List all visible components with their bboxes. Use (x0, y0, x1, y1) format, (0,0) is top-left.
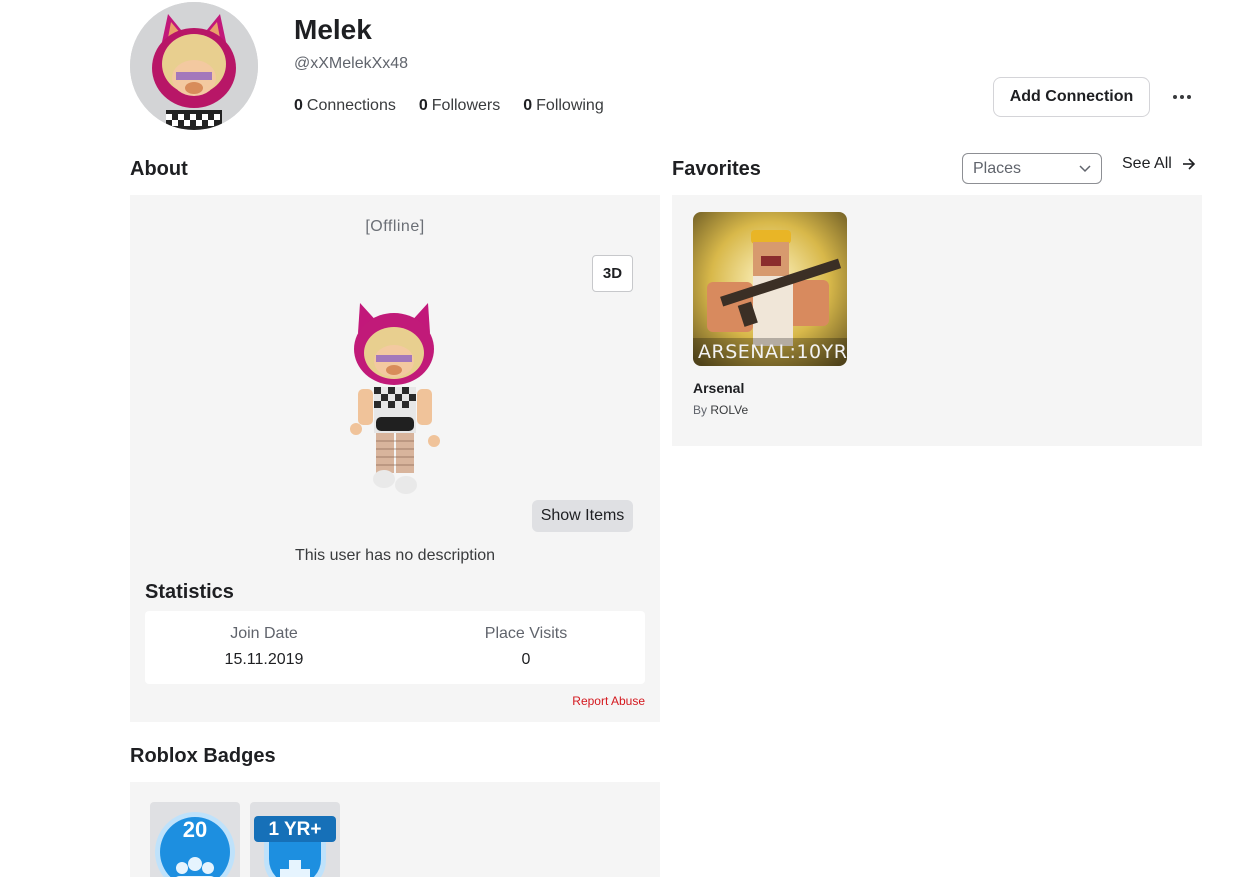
profile-avatar-headshot (130, 2, 258, 130)
presence-status: [Offline] (365, 218, 425, 235)
ellipsis-icon[interactable] (1168, 86, 1196, 108)
place-visits-stat: Place Visits 0 (426, 625, 626, 669)
veteran-badge[interactable]: 1 YR+ (250, 802, 340, 877)
favorites-filter-dropdown[interactable]: Places (962, 153, 1102, 184)
veteran-badge-text: 1 YR+ (268, 819, 322, 840)
followers-label: Followers (431, 97, 501, 114)
game-creator-name[interactable]: ROLVe (710, 403, 748, 417)
following-label: Following (536, 97, 604, 114)
toggle-3d-button[interactable]: 3D (592, 255, 633, 292)
avatar-body-image (350, 303, 440, 494)
roblox-badges-panel: 20 1 YR+ (130, 782, 660, 877)
avatar-headshot-image (130, 2, 258, 130)
about-title: About (130, 158, 188, 180)
game-creator: By ROLVe (693, 403, 748, 417)
friendship-badge-text: 20 (182, 817, 208, 842)
followers-count: 0 (418, 97, 428, 114)
see-all-label: See All (1122, 155, 1172, 172)
game-title[interactable]: Arsenal (693, 380, 744, 396)
friendship-badge[interactable]: 20 (150, 802, 240, 877)
arsenal-game-thumbnail[interactable]: ARSENAL:10YR (693, 212, 847, 366)
following-count: 0 (523, 97, 533, 114)
avatar-full-body (330, 295, 460, 505)
join-date-stat: Join Date 15.11.2019 (164, 625, 364, 669)
favorites-filter-value: Places (973, 159, 1022, 177)
favorites-title: Favorites (672, 158, 761, 180)
place-visits-label: Place Visits (484, 625, 568, 642)
arrow-right-icon (1182, 158, 1195, 170)
game-creator-by: By (693, 403, 708, 417)
join-date-label: Join Date (230, 625, 298, 642)
statistics-card: Join Date 15.11.2019 Place Visits 0 (145, 611, 645, 684)
report-abuse-link[interactable]: Report Abuse (572, 694, 645, 708)
connections-link[interactable]: 0 Connections (294, 97, 396, 115)
connections-label: Connections (306, 97, 396, 114)
user-description: This user has no description (294, 547, 496, 564)
profile-counts: 0 Connections 0 Followers 0 Following (294, 97, 604, 115)
see-all-link[interactable]: See All (1122, 155, 1196, 173)
about-panel: [Offline] 3D Show Items This user has no… (130, 195, 660, 722)
place-visits-value: 0 (521, 651, 531, 668)
following-link[interactable]: 0 Following (523, 97, 604, 115)
followers-link[interactable]: 0 Followers (419, 97, 500, 115)
join-date-value: 15.11.2019 (224, 651, 304, 668)
statistics-title: Statistics (145, 581, 234, 603)
show-items-button[interactable]: Show Items (532, 500, 633, 532)
favorites-panel: ARSENAL:10YR Arsenal By ROLVe (672, 195, 1202, 446)
add-connection-button[interactable]: Add Connection (993, 77, 1150, 117)
chevron-down-icon (1079, 164, 1091, 172)
game-thumbnail-caption: ARSENAL:10YR (698, 341, 847, 363)
connections-count: 0 (294, 97, 303, 114)
username: @xXMelekXx48 (294, 55, 409, 72)
roblox-badges-title: Roblox Badges (130, 745, 276, 767)
display-name: Melek (294, 14, 372, 45)
